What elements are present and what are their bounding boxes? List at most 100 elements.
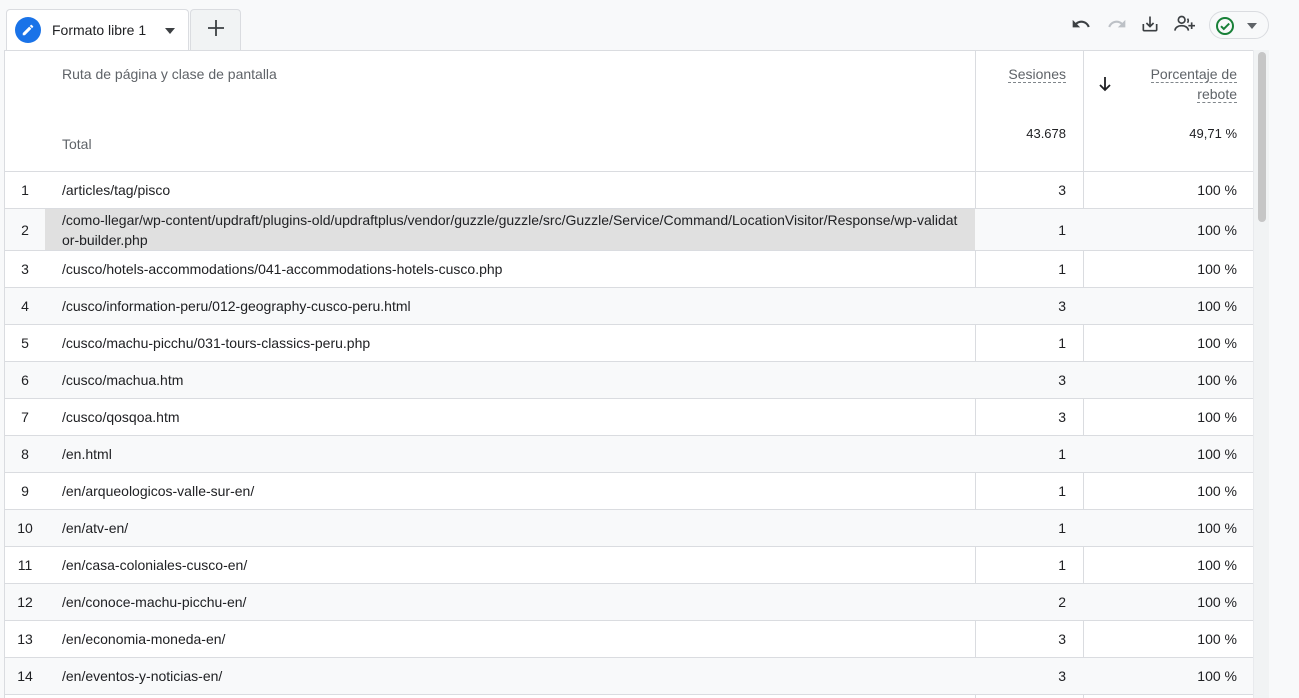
page-path: /cusco/qosqoa.htm <box>62 409 180 425</box>
check-circle-icon <box>1215 16 1235 36</box>
page-path-cell[interactable]: /en/atv-en/ <box>45 510 975 546</box>
row-index: 8 <box>21 446 29 462</box>
row-index: 9 <box>21 483 29 499</box>
bounce-rate-cell: 100 % <box>1197 335 1237 351</box>
table-row[interactable]: 13/en/economia-moneda-en/3 100 % <box>5 621 1253 658</box>
sessions-header-label: Sesiones <box>1008 66 1066 83</box>
page-path-cell[interactable]: /cusco/information-peru/012-geography-cu… <box>45 288 975 324</box>
page-path: /en/conoce-machu-picchu-en/ <box>62 594 247 610</box>
download-icon <box>1140 14 1160 39</box>
tab-formato-libre[interactable]: Formato libre 1 <box>6 9 189 51</box>
page-path-cell[interactable]: /cusco/qosqoa.htm <box>45 399 975 435</box>
page-path: /cusco/machu-picchu/031-tours-classics-p… <box>62 335 371 351</box>
bounce-rate-cell: 100 % <box>1197 261 1237 277</box>
table-row[interactable]: 12/en/conoce-machu-picchu-en/2 100 % <box>5 584 1253 621</box>
table-row[interactable]: 6/cusco/machua.htm 3 100 % <box>5 362 1253 399</box>
table-row[interactable]: 14/en/eventos-y-noticias-en/3 100 % <box>5 658 1253 695</box>
sessions-cell: 3 <box>1058 298 1066 314</box>
page-path: /en/casa-coloniales-cusco-en/ <box>62 557 248 573</box>
page-path-cell[interactable]: /cusco/machua.htm <box>45 362 975 398</box>
row-index: 14 <box>17 668 33 684</box>
scrollbar-thumb[interactable] <box>1258 52 1266 222</box>
bounce-rate-cell: 100 % <box>1197 483 1237 499</box>
dimension-header[interactable]: Ruta de página y clase de pantalla <box>62 66 277 82</box>
bounce-rate-cell: 100 % <box>1197 182 1237 198</box>
page-path-cell[interactable]: /cusco/machu-picchu/031-tours-classics-p… <box>45 325 975 361</box>
row-index: 10 <box>17 520 33 536</box>
bounce-rate-cell: 100 % <box>1197 298 1237 314</box>
sessions-cell: 3 <box>1058 372 1066 388</box>
page-path-cell[interactable]: /en/economia-moneda-en/ <box>45 621 975 657</box>
sessions-cell: 1 <box>1058 520 1066 536</box>
sessions-header[interactable]: Sesiones <box>980 64 1066 84</box>
table-row[interactable]: 2/como-llegar/wp-content/updraft/plugins… <box>5 209 1253 251</box>
table-row[interactable]: 11/en/casa-coloniales-cusco-en/1 100 % <box>5 547 1253 584</box>
add-tab-button[interactable] <box>190 9 241 51</box>
sessions-cell: 1 <box>1058 261 1066 277</box>
table-row[interactable]: 4/cusco/information-peru/012-geography-c… <box>5 288 1253 325</box>
table-row[interactable]: 9/en/arqueologicos-valle-sur-en/1 100 % <box>5 473 1253 510</box>
bounce-rate-cell: 100 % <box>1197 221 1237 238</box>
report-toolbar: Formato libre 1 <box>0 0 1299 51</box>
table-row[interactable]: 10/en/atv-en/1 100 % <box>5 510 1253 547</box>
redo-button[interactable] <box>1103 12 1131 40</box>
vertical-scrollbar[interactable] <box>1253 50 1269 698</box>
share-button[interactable] <box>1171 12 1199 40</box>
undo-icon <box>1071 14 1091 39</box>
bounce-header-line1: Porcentaje de <box>1150 66 1237 83</box>
page-path-cell[interactable]: /en.html <box>45 436 975 472</box>
page-path: /articles/tag/pisco <box>62 182 171 198</box>
sessions-cell: 3 <box>1058 631 1066 647</box>
sessions-cell: 3 <box>1058 182 1066 198</box>
row-index: 7 <box>21 409 29 425</box>
bounce-rate-cell: 100 % <box>1197 594 1237 610</box>
row-index: 12 <box>17 594 33 610</box>
page-path: /cusco/hotels-accommodations/041-accommo… <box>62 261 503 277</box>
bounce-header-line2: rebote <box>1197 86 1237 103</box>
bounce-rate-cell: 100 % <box>1197 668 1237 684</box>
sessions-cell: 1 <box>1058 335 1066 351</box>
chevron-down-icon[interactable] <box>162 23 178 39</box>
bounce-rate-cell: 100 % <box>1197 409 1237 425</box>
page-path-cell[interactable]: /como-llegar/wp-content/updraft/plugins-… <box>45 209 975 250</box>
page-path-cell[interactable]: /cusco/hotels-accommodations/041-accommo… <box>45 251 975 287</box>
sessions-cell: 1 <box>1058 557 1066 573</box>
page-path-cell[interactable]: /en/arqueologicos-valle-sur-en/ <box>45 473 975 509</box>
page-path: /cusco/machua.htm <box>62 372 184 388</box>
table-row[interactable]: 5/cusco/machu-picchu/031-tours-classics-… <box>5 325 1253 362</box>
bounce-rate-header[interactable]: Porcentaje de rebote <box>1125 64 1237 104</box>
row-index: 13 <box>17 631 33 647</box>
plus-icon <box>207 19 225 42</box>
page-path-cell[interactable]: /en/casa-coloniales-cusco-en/ <box>45 547 975 583</box>
bounce-rate-cell: 100 % <box>1197 631 1237 647</box>
sessions-cell: 1 <box>1058 221 1066 238</box>
page-path-cell[interactable]: /articles/tag/pisco <box>45 172 975 208</box>
sessions-cell: 2 <box>1058 594 1066 610</box>
status-menu-button[interactable] <box>1209 11 1269 39</box>
row-index: 3 <box>21 261 29 277</box>
table-row[interactable]: 3/cusco/hotels-accommodations/041-accomm… <box>5 251 1253 288</box>
undo-button[interactable] <box>1067 12 1095 40</box>
page-path-cell[interactable]: /en/eventos-y-noticias-en/ <box>45 658 975 694</box>
table-row[interactable]: 7/cusco/qosqoa.htm 3 100 % <box>5 399 1253 436</box>
total-bounce-rate: 49,71 % <box>1189 126 1237 141</box>
table-row[interactable]: 1/articles/tag/pisco 3 100 % <box>5 172 1253 209</box>
data-table: Ruta de página y clase de pantalla Sesio… <box>4 50 1253 698</box>
download-button[interactable] <box>1136 12 1164 40</box>
page-path: /en/economia-moneda-en/ <box>62 631 226 647</box>
bounce-rate-cell: 100 % <box>1197 520 1237 536</box>
row-index: 1 <box>21 182 29 198</box>
page-path: /como-llegar/wp-content/updraft/plugins-… <box>62 211 958 248</box>
tab-label: Formato libre 1 <box>52 22 147 38</box>
sessions-cell: 1 <box>1058 483 1066 499</box>
page-path: /en/arqueologicos-valle-sur-en/ <box>62 483 255 499</box>
page-path: /en/eventos-y-noticias-en/ <box>62 668 223 684</box>
table-row[interactable]: 8/en.html 1 100 % <box>5 436 1253 473</box>
arrow-down-icon[interactable] <box>1097 74 1113 94</box>
pencil-icon[interactable] <box>15 17 41 43</box>
sessions-cell: 3 <box>1058 668 1066 684</box>
total-sessions: 43.678 <box>1026 126 1066 141</box>
page-path-cell[interactable]: /en/conoce-machu-picchu-en/ <box>45 584 975 620</box>
chevron-down-icon <box>1246 20 1258 32</box>
row-index: 5 <box>21 335 29 351</box>
